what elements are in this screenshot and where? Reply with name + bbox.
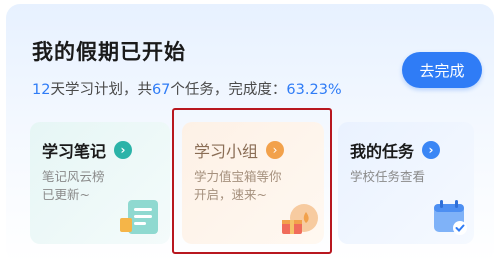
go-complete-button[interactable]: 去完成 (402, 52, 482, 88)
task-count-suffix: 个任务，完成度： (170, 82, 287, 98)
plan-summary: 12天学习计划，共67个任务，完成度：63.23% (32, 78, 342, 99)
my-tasks-tile[interactable]: 我的任务 › 学校任务查看 (338, 122, 474, 244)
my-tasks-title: 我的任务 (350, 142, 415, 161)
study-notes-tile[interactable]: 学习笔记 › 笔记风云榜 已更新~ (30, 122, 170, 244)
task-count: 67 (151, 82, 171, 98)
calendar-check-icon (434, 200, 467, 235)
completion-rate: 63.23% (286, 82, 342, 98)
study-notes-title: 学习笔记 (42, 142, 107, 161)
plan-days: 12 (32, 82, 51, 98)
study-notes-header: 学习笔记 › (42, 138, 133, 162)
notebook-icon (120, 200, 158, 234)
chevron-right-icon: › (114, 141, 133, 159)
my-tasks-header: 我的任务 › (350, 138, 441, 162)
my-tasks-desc: 学校任务查看 (350, 169, 426, 184)
card-title: 我的假期已开始 (32, 40, 186, 64)
selection-highlight (172, 108, 332, 254)
plan-days-suffix: 天学习计划，共 (50, 82, 152, 98)
study-notes-desc: 笔记风云榜 已更新~ (42, 169, 105, 202)
chevron-right-icon: › (422, 141, 441, 159)
